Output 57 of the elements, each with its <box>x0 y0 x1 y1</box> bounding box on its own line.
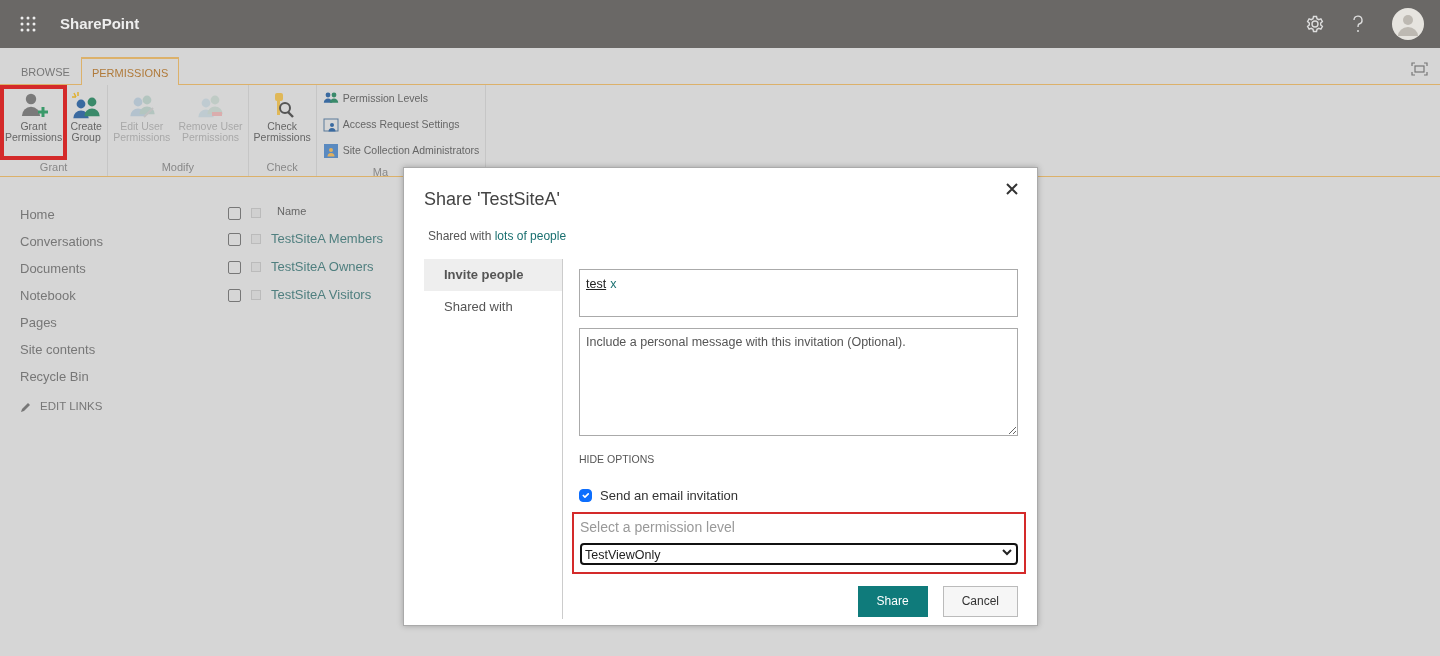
nav-link[interactable]: Notebook <box>20 282 228 309</box>
avatar-icon[interactable] <box>1392 8 1424 40</box>
group-label: Ma <box>372 166 389 178</box>
group-label: Grant <box>39 161 68 173</box>
message-field[interactable]: Include a personal message with this invitation (Optional). <box>579 328 1018 436</box>
shared-with-text: Shared with lots of people <box>428 228 567 245</box>
settings-icon[interactable] <box>1306 15 1324 33</box>
group-label: Check <box>266 161 298 173</box>
checkbox[interactable] <box>251 208 261 218</box>
ribbon-button[interactable]: Create Group <box>67 87 106 158</box>
edit-links-link[interactable]: EDIT LINKS <box>40 398 103 416</box>
ribbon-button[interactable]: Check Permissions <box>250 87 314 158</box>
dialog-tab[interactable]: Invite people <box>424 259 562 291</box>
dialog-tab[interactable]: Shared with <box>424 290 562 322</box>
share-button[interactable]: Share <box>857 585 928 617</box>
select-all-checkbox[interactable] <box>228 206 241 220</box>
invitee-name[interactable]: test <box>586 275 607 294</box>
column-header[interactable]: Name <box>277 202 307 220</box>
hide-options-link[interactable]: HIDE OPTIONS <box>579 452 655 468</box>
permission-label: Select a permission level <box>580 517 736 537</box>
nav-link[interactable]: Conversations <box>20 228 228 255</box>
app-launcher-icon[interactable] <box>20 16 36 32</box>
nav-link[interactable]: Documents <box>20 255 228 282</box>
focus-mode-icon[interactable] <box>1411 62 1428 76</box>
nav-link[interactable]: Recycle Bin <box>20 363 228 390</box>
ribbon-button[interactable]: Site Collection Administrators <box>318 139 484 163</box>
help-icon[interactable] <box>1352 15 1364 33</box>
close-icon[interactable] <box>1006 183 1018 195</box>
invite-field[interactable]: test x <box>579 269 1018 317</box>
checkbox[interactable] <box>251 262 261 272</box>
people-link[interactable]: lots of people <box>494 229 567 243</box>
ribbon-tab[interactable]: PERMISSIONS <box>80 57 180 85</box>
row-checkbox[interactable] <box>228 288 241 302</box>
dialog-title: Share 'TestSiteA' <box>424 188 560 211</box>
group-link[interactable]: TestSiteA Owners <box>271 257 374 277</box>
ribbon-tab[interactable]: BROWSE <box>10 57 81 85</box>
checkbox[interactable] <box>251 290 261 300</box>
cancel-button[interactable]: Cancel <box>942 585 1018 617</box>
permission-select[interactable]: TestViewOnly <box>580 542 1018 565</box>
nav-link[interactable]: Pages <box>20 309 228 336</box>
app-title[interactable]: SharePoint <box>60 12 140 36</box>
group-link[interactable]: TestSiteA Visitors <box>271 285 372 305</box>
chevron-icon <box>1002 548 1012 556</box>
nav-link[interactable]: Home <box>20 201 228 228</box>
ribbon-button[interactable]: Permission Levels <box>318 87 484 111</box>
email-checkbox[interactable] <box>579 489 592 503</box>
checkbox[interactable] <box>251 234 261 244</box>
email-invitation-label: Send an email invitation <box>600 487 739 505</box>
group-link[interactable]: TestSiteA Members <box>271 229 383 249</box>
remove-link[interactable]: x <box>610 275 617 294</box>
pencil-icon <box>20 400 32 413</box>
row-checkbox[interactable] <box>228 260 241 274</box>
ribbon-button[interactable]: Grant Permissions <box>2 87 66 158</box>
nav-link[interactable]: Site contents <box>20 336 228 363</box>
ribbon-button[interactable]: Access Request Settings <box>318 113 484 137</box>
row-checkbox[interactable] <box>228 232 241 246</box>
group-label: Modify <box>161 161 195 173</box>
